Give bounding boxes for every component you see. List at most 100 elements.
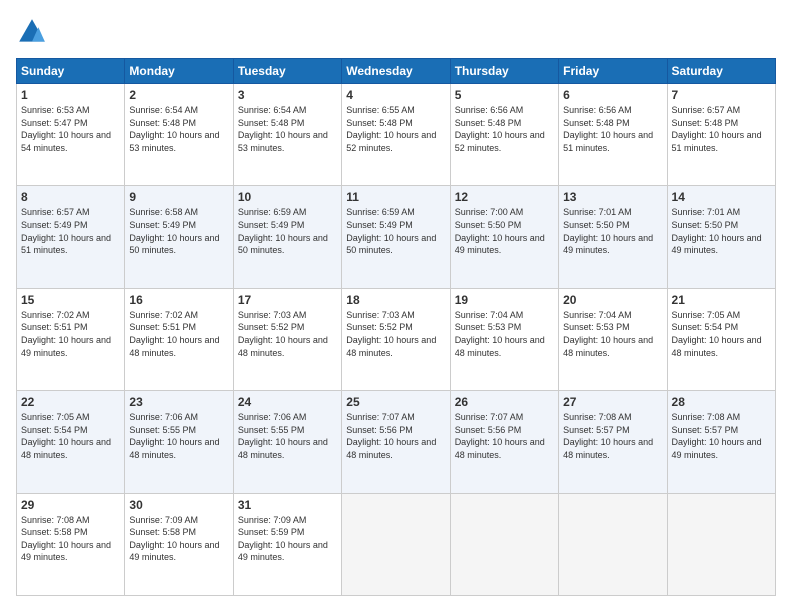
- day-cell: 22 Sunrise: 7:05 AMSunset: 5:54 PMDaylig…: [17, 391, 125, 493]
- day-number: 16: [129, 293, 228, 307]
- day-cell: 15 Sunrise: 7:02 AMSunset: 5:51 PMDaylig…: [17, 288, 125, 390]
- day-info: Sunrise: 7:02 AMSunset: 5:51 PMDaylight:…: [129, 309, 228, 359]
- day-of-week-header: Friday: [559, 59, 667, 84]
- day-cell: 2 Sunrise: 6:54 AMSunset: 5:48 PMDayligh…: [125, 84, 233, 186]
- day-cell: 24 Sunrise: 7:06 AMSunset: 5:55 PMDaylig…: [233, 391, 341, 493]
- day-number: 22: [21, 395, 120, 409]
- day-number: 10: [238, 190, 337, 204]
- day-cell: 18 Sunrise: 7:03 AMSunset: 5:52 PMDaylig…: [342, 288, 450, 390]
- day-info: Sunrise: 6:59 AMSunset: 5:49 PMDaylight:…: [238, 206, 337, 256]
- day-info: Sunrise: 6:56 AMSunset: 5:48 PMDaylight:…: [563, 104, 662, 154]
- day-cell: 29 Sunrise: 7:08 AMSunset: 5:58 PMDaylig…: [17, 493, 125, 595]
- calendar-week-row: 29 Sunrise: 7:08 AMSunset: 5:58 PMDaylig…: [17, 493, 776, 595]
- day-cell: 11 Sunrise: 6:59 AMSunset: 5:49 PMDaylig…: [342, 186, 450, 288]
- day-of-week-header: Saturday: [667, 59, 775, 84]
- day-of-week-header: Tuesday: [233, 59, 341, 84]
- day-cell: 23 Sunrise: 7:06 AMSunset: 5:55 PMDaylig…: [125, 391, 233, 493]
- empty-cell: [342, 493, 450, 595]
- logo: [16, 16, 52, 48]
- day-info: Sunrise: 7:09 AMSunset: 5:59 PMDaylight:…: [238, 514, 337, 564]
- day-number: 8: [21, 190, 120, 204]
- day-cell: 30 Sunrise: 7:09 AMSunset: 5:58 PMDaylig…: [125, 493, 233, 595]
- day-number: 19: [455, 293, 554, 307]
- day-cell: 17 Sunrise: 7:03 AMSunset: 5:52 PMDaylig…: [233, 288, 341, 390]
- day-info: Sunrise: 7:06 AMSunset: 5:55 PMDaylight:…: [129, 411, 228, 461]
- day-cell: 12 Sunrise: 7:00 AMSunset: 5:50 PMDaylig…: [450, 186, 558, 288]
- day-info: Sunrise: 6:58 AMSunset: 5:49 PMDaylight:…: [129, 206, 228, 256]
- day-number: 28: [672, 395, 771, 409]
- day-cell: 27 Sunrise: 7:08 AMSunset: 5:57 PMDaylig…: [559, 391, 667, 493]
- day-info: Sunrise: 7:08 AMSunset: 5:57 PMDaylight:…: [563, 411, 662, 461]
- day-number: 29: [21, 498, 120, 512]
- day-cell: 14 Sunrise: 7:01 AMSunset: 5:50 PMDaylig…: [667, 186, 775, 288]
- day-info: Sunrise: 7:03 AMSunset: 5:52 PMDaylight:…: [346, 309, 445, 359]
- day-info: Sunrise: 6:54 AMSunset: 5:48 PMDaylight:…: [238, 104, 337, 154]
- day-info: Sunrise: 6:53 AMSunset: 5:47 PMDaylight:…: [21, 104, 120, 154]
- day-number: 6: [563, 88, 662, 102]
- day-cell: 9 Sunrise: 6:58 AMSunset: 5:49 PMDayligh…: [125, 186, 233, 288]
- day-cell: 19 Sunrise: 7:04 AMSunset: 5:53 PMDaylig…: [450, 288, 558, 390]
- day-number: 12: [455, 190, 554, 204]
- calendar-header-row: SundayMondayTuesdayWednesdayThursdayFrid…: [17, 59, 776, 84]
- day-info: Sunrise: 7:04 AMSunset: 5:53 PMDaylight:…: [455, 309, 554, 359]
- day-cell: 26 Sunrise: 7:07 AMSunset: 5:56 PMDaylig…: [450, 391, 558, 493]
- empty-cell: [559, 493, 667, 595]
- day-info: Sunrise: 6:55 AMSunset: 5:48 PMDaylight:…: [346, 104, 445, 154]
- day-number: 3: [238, 88, 337, 102]
- calendar-week-row: 15 Sunrise: 7:02 AMSunset: 5:51 PMDaylig…: [17, 288, 776, 390]
- day-info: Sunrise: 7:05 AMSunset: 5:54 PMDaylight:…: [672, 309, 771, 359]
- day-info: Sunrise: 6:54 AMSunset: 5:48 PMDaylight:…: [129, 104, 228, 154]
- day-cell: 10 Sunrise: 6:59 AMSunset: 5:49 PMDaylig…: [233, 186, 341, 288]
- day-info: Sunrise: 7:01 AMSunset: 5:50 PMDaylight:…: [672, 206, 771, 256]
- day-cell: 13 Sunrise: 7:01 AMSunset: 5:50 PMDaylig…: [559, 186, 667, 288]
- day-number: 14: [672, 190, 771, 204]
- day-cell: 6 Sunrise: 6:56 AMSunset: 5:48 PMDayligh…: [559, 84, 667, 186]
- day-number: 18: [346, 293, 445, 307]
- logo-icon: [16, 16, 48, 48]
- empty-cell: [450, 493, 558, 595]
- day-info: Sunrise: 7:08 AMSunset: 5:58 PMDaylight:…: [21, 514, 120, 564]
- day-number: 27: [563, 395, 662, 409]
- day-number: 4: [346, 88, 445, 102]
- day-info: Sunrise: 6:57 AMSunset: 5:48 PMDaylight:…: [672, 104, 771, 154]
- day-number: 21: [672, 293, 771, 307]
- day-cell: 16 Sunrise: 7:02 AMSunset: 5:51 PMDaylig…: [125, 288, 233, 390]
- day-of-week-header: Monday: [125, 59, 233, 84]
- day-cell: 28 Sunrise: 7:08 AMSunset: 5:57 PMDaylig…: [667, 391, 775, 493]
- day-number: 13: [563, 190, 662, 204]
- day-cell: 3 Sunrise: 6:54 AMSunset: 5:48 PMDayligh…: [233, 84, 341, 186]
- day-number: 26: [455, 395, 554, 409]
- day-info: Sunrise: 7:06 AMSunset: 5:55 PMDaylight:…: [238, 411, 337, 461]
- day-cell: 8 Sunrise: 6:57 AMSunset: 5:49 PMDayligh…: [17, 186, 125, 288]
- day-info: Sunrise: 7:04 AMSunset: 5:53 PMDaylight:…: [563, 309, 662, 359]
- day-number: 11: [346, 190, 445, 204]
- day-info: Sunrise: 7:01 AMSunset: 5:50 PMDaylight:…: [563, 206, 662, 256]
- calendar-week-row: 22 Sunrise: 7:05 AMSunset: 5:54 PMDaylig…: [17, 391, 776, 493]
- day-number: 9: [129, 190, 228, 204]
- day-info: Sunrise: 6:57 AMSunset: 5:49 PMDaylight:…: [21, 206, 120, 256]
- day-of-week-header: Sunday: [17, 59, 125, 84]
- day-cell: 7 Sunrise: 6:57 AMSunset: 5:48 PMDayligh…: [667, 84, 775, 186]
- day-number: 24: [238, 395, 337, 409]
- day-number: 20: [563, 293, 662, 307]
- day-info: Sunrise: 7:02 AMSunset: 5:51 PMDaylight:…: [21, 309, 120, 359]
- calendar-week-row: 8 Sunrise: 6:57 AMSunset: 5:49 PMDayligh…: [17, 186, 776, 288]
- day-info: Sunrise: 6:56 AMSunset: 5:48 PMDaylight:…: [455, 104, 554, 154]
- day-cell: 25 Sunrise: 7:07 AMSunset: 5:56 PMDaylig…: [342, 391, 450, 493]
- day-info: Sunrise: 7:08 AMSunset: 5:57 PMDaylight:…: [672, 411, 771, 461]
- day-cell: 20 Sunrise: 7:04 AMSunset: 5:53 PMDaylig…: [559, 288, 667, 390]
- day-number: 30: [129, 498, 228, 512]
- day-of-week-header: Wednesday: [342, 59, 450, 84]
- day-info: Sunrise: 7:03 AMSunset: 5:52 PMDaylight:…: [238, 309, 337, 359]
- day-number: 5: [455, 88, 554, 102]
- day-info: Sunrise: 7:09 AMSunset: 5:58 PMDaylight:…: [129, 514, 228, 564]
- day-number: 15: [21, 293, 120, 307]
- calendar-week-row: 1 Sunrise: 6:53 AMSunset: 5:47 PMDayligh…: [17, 84, 776, 186]
- day-info: Sunrise: 7:00 AMSunset: 5:50 PMDaylight:…: [455, 206, 554, 256]
- day-cell: 31 Sunrise: 7:09 AMSunset: 5:59 PMDaylig…: [233, 493, 341, 595]
- day-info: Sunrise: 6:59 AMSunset: 5:49 PMDaylight:…: [346, 206, 445, 256]
- day-number: 31: [238, 498, 337, 512]
- day-cell: 5 Sunrise: 6:56 AMSunset: 5:48 PMDayligh…: [450, 84, 558, 186]
- day-number: 25: [346, 395, 445, 409]
- header: [16, 16, 776, 48]
